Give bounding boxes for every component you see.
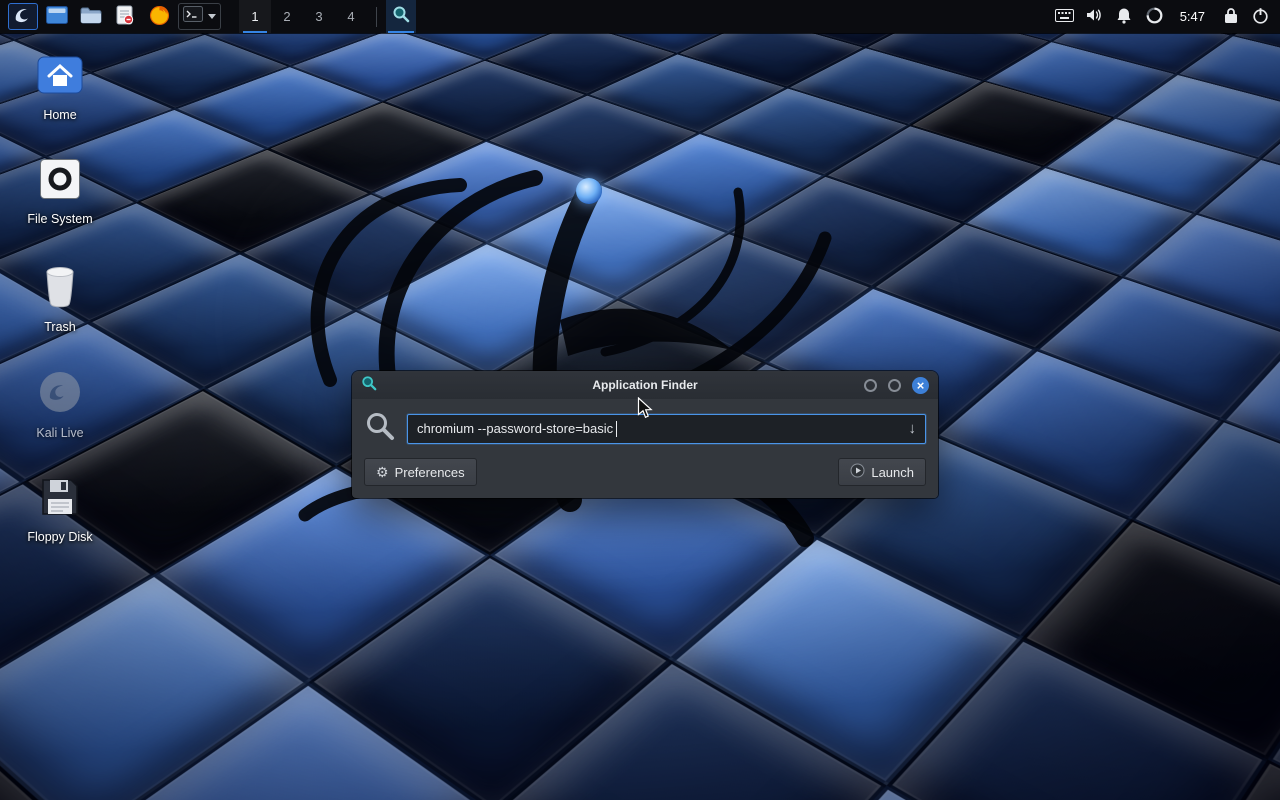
workspace-1-label: 1 <box>251 9 258 24</box>
file-system-icon <box>39 158 81 205</box>
kali-logo-icon <box>13 5 33 28</box>
finder-body: chromium --password-store=basic ↓ ⚙ Pref… <box>352 399 938 498</box>
desktop-icon-label: Kali Live <box>36 426 83 440</box>
desktop-icon-trash[interactable]: Trash <box>8 264 112 334</box>
workspace-3-label: 3 <box>315 9 322 24</box>
preferences-button[interactable]: ⚙ Preferences <box>364 458 477 486</box>
desktop-icon-home[interactable]: Home <box>8 54 112 122</box>
top-panel: 1 2 3 4 <box>0 0 1280 33</box>
file-manager-icon <box>46 6 68 27</box>
power-manager-button[interactable] <box>1141 3 1168 30</box>
desktop-icon-label: Floppy Disk <box>27 530 92 544</box>
volume-icon <box>1085 7 1103 26</box>
text-caret <box>616 421 617 437</box>
launch-icon <box>850 463 865 481</box>
kali-live-icon <box>38 370 82 419</box>
clock[interactable]: 5:47 <box>1180 9 1205 24</box>
workspace-3[interactable]: 3 <box>303 0 335 33</box>
application-finder-window: Application Finder × chromium --password… <box>352 371 938 498</box>
desktop-icon-file-system[interactable]: File System <box>8 158 112 226</box>
workspace-2[interactable]: 2 <box>271 0 303 33</box>
desktop-icon-kali-live[interactable]: Kali Live <box>8 370 112 440</box>
window-icon <box>361 375 377 396</box>
workspace-4-label: 4 <box>347 9 354 24</box>
workspace-2-label: 2 <box>283 9 290 24</box>
panel-separator <box>376 7 377 27</box>
close-icon: × <box>917 379 925 392</box>
maximize-button[interactable] <box>888 379 901 392</box>
text-editor-launcher[interactable] <box>110 3 140 30</box>
terminal-icon <box>183 6 203 27</box>
firefox-icon <box>149 5 170 29</box>
titlebar[interactable]: Application Finder × <box>352 371 938 399</box>
dropdown-arrow-icon[interactable]: ↓ <box>909 420 917 437</box>
search-input-value: chromium --password-store=basic <box>417 421 613 436</box>
active-workspace-underline <box>243 31 267 33</box>
bell-icon <box>1116 7 1132 27</box>
finder-search-input[interactable]: chromium --password-store=basic ↓ <box>407 414 926 444</box>
keyboard-indicator-button[interactable] <box>1051 3 1078 30</box>
preferences-button-label: Preferences <box>395 465 465 480</box>
terminal-launcher[interactable] <box>178 3 221 30</box>
power-icon <box>1252 7 1269 27</box>
logout-button[interactable] <box>1247 3 1274 30</box>
active-task-underline <box>388 31 414 33</box>
taskbar-application-finder[interactable] <box>386 0 416 33</box>
close-button[interactable]: × <box>912 377 929 394</box>
application-finder-icon <box>392 5 410 28</box>
desktop-icon-floppy-disk[interactable]: Floppy Disk <box>8 476 112 544</box>
desktop-icon-label: Trash <box>44 320 76 334</box>
window-title: Application Finder <box>352 378 938 392</box>
floppy-disk-icon <box>39 476 81 523</box>
text-editor-icon <box>116 5 134 28</box>
home-icon <box>37 54 83 101</box>
gear-icon: ⚙ <box>376 465 389 479</box>
keyboard-icon <box>1055 9 1074 25</box>
folder-icon <box>80 7 102 27</box>
desktop-icon-label: Home <box>43 108 76 122</box>
firefox-launcher[interactable] <box>144 3 174 30</box>
chevron-down-icon <box>208 14 216 19</box>
launch-button[interactable]: Launch <box>838 458 926 486</box>
minimize-button[interactable] <box>864 379 877 392</box>
lock-icon <box>1224 7 1238 27</box>
desktop-icon-label: File System <box>27 212 92 226</box>
launch-button-label: Launch <box>871 465 914 480</box>
notifications-button[interactable] <box>1111 3 1138 30</box>
trash-icon <box>40 264 80 313</box>
workspace-4[interactable]: 4 <box>335 0 367 33</box>
search-icon <box>364 410 396 447</box>
volume-button[interactable] <box>1081 3 1108 30</box>
panel-tray: 5:47 <box>1051 3 1274 30</box>
lock-screen-button[interactable] <box>1217 3 1244 30</box>
files-launcher[interactable] <box>76 3 106 30</box>
workspace-1[interactable]: 1 <box>239 0 271 33</box>
file-manager-launcher[interactable] <box>42 3 72 30</box>
power-manager-icon <box>1146 7 1163 27</box>
workspace-switcher: 1 2 3 4 <box>239 0 367 33</box>
applications-menu-button[interactable] <box>8 3 38 30</box>
